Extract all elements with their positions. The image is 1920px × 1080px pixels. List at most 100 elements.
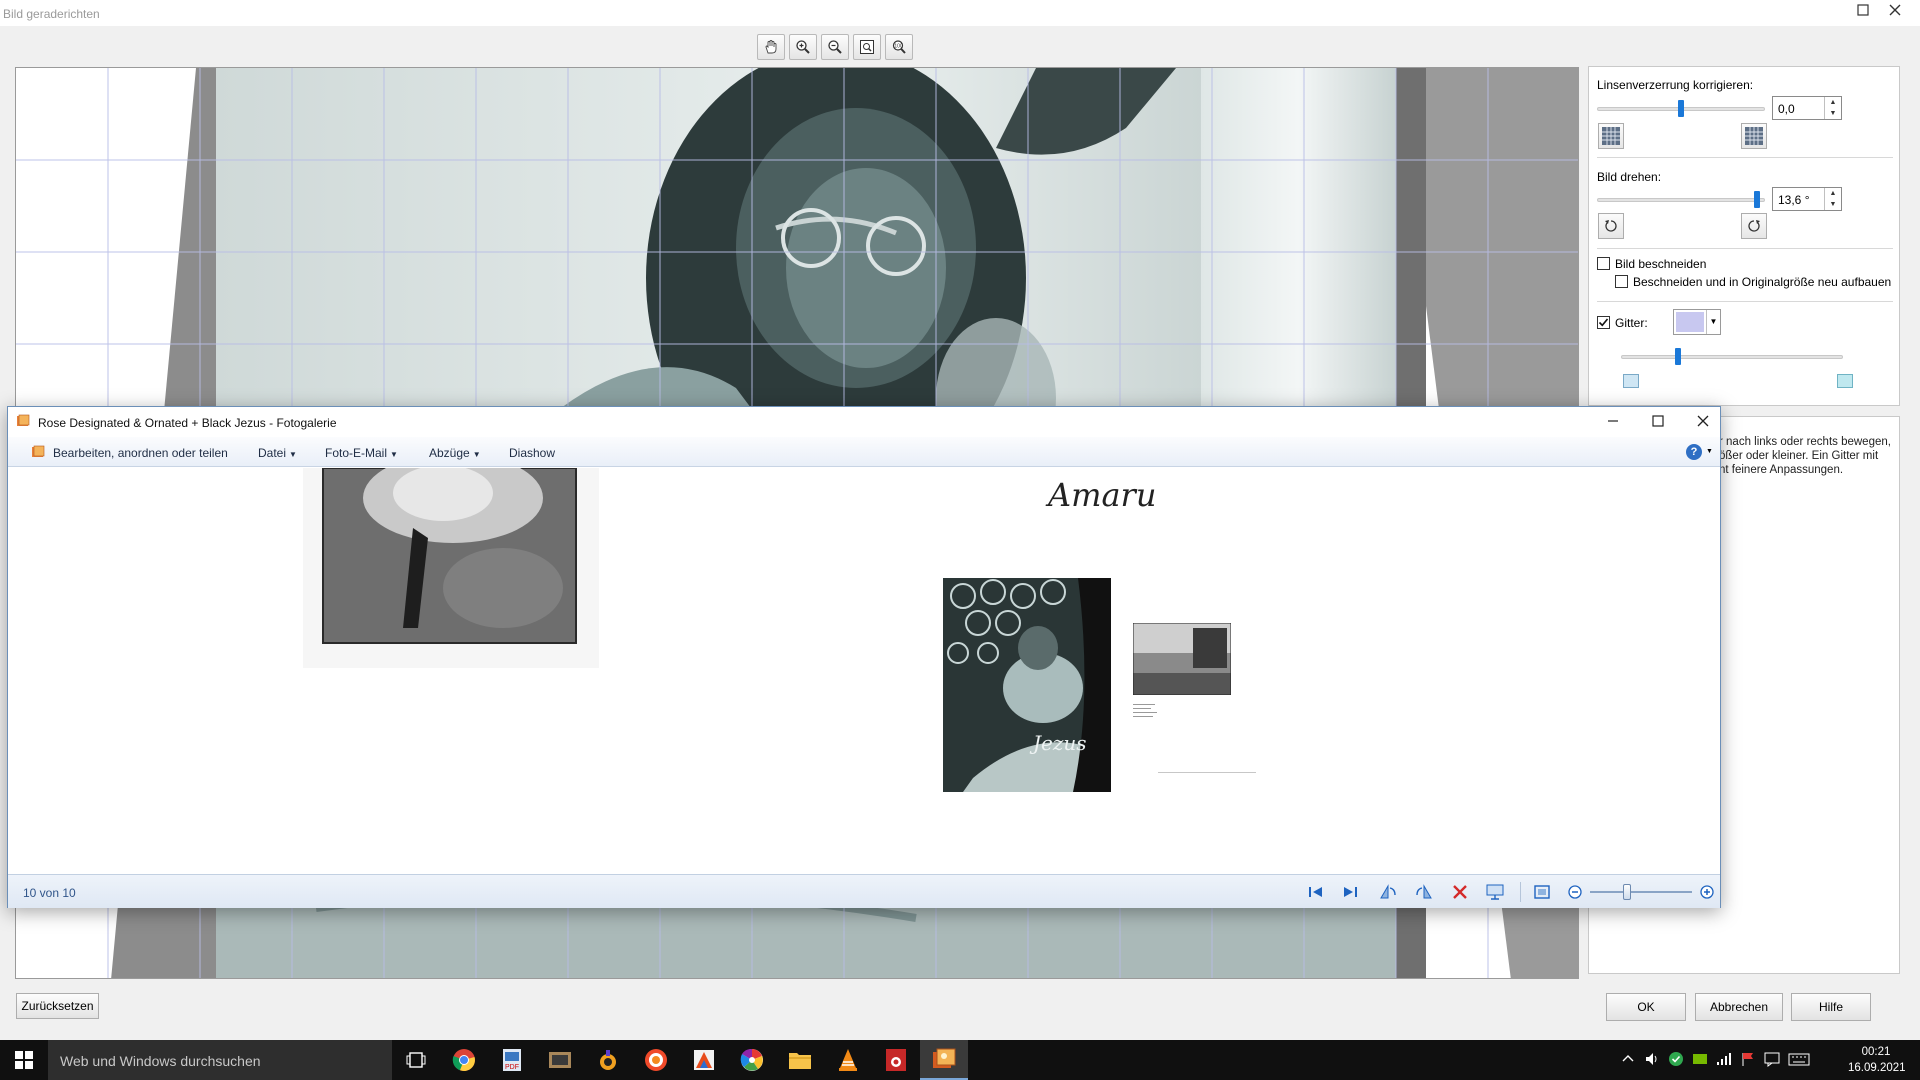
edit-arrange-icon — [32, 445, 45, 457]
menu-photo-email[interactable]: Foto-E-Mail ▼ — [325, 446, 398, 460]
paint-app-icon[interactable] — [680, 1040, 728, 1080]
menu-edit-arrange-share[interactable]: Bearbeiten, anordnen oder teilen — [53, 446, 228, 460]
lens-value-spinner[interactable]: 0,0 ▲ ▼ — [1772, 96, 1842, 120]
hand-icon[interactable] — [757, 34, 785, 60]
actual-size-icon[interactable]: 100 — [885, 34, 913, 60]
cancel-button[interactable]: Abbrechen — [1695, 993, 1783, 1021]
chevron-up-icon[interactable] — [1620, 1051, 1636, 1067]
browser-icon[interactable] — [632, 1040, 680, 1080]
chrome-icon[interactable] — [440, 1040, 488, 1080]
chevron-down-icon: ▼ — [1706, 310, 1720, 334]
grid-slider-track[interactable] — [1621, 355, 1843, 359]
divider — [1597, 248, 1893, 249]
photo-gallery-icon[interactable] — [920, 1040, 968, 1080]
rotate-value-spinner[interactable]: 13,6 ° ▲ ▼ — [1772, 187, 1842, 211]
caret-down-icon[interactable]: ▼ — [1706, 448, 1713, 455]
settings-panel: Linsenverzerrung korrigieren: 0,0 ▲ ▼ Bil… — [1588, 66, 1900, 406]
caption-text-block — [1133, 704, 1159, 718]
fit-window-icon[interactable] — [1532, 883, 1552, 901]
page-heading: Amaru — [1048, 476, 1157, 514]
zoom-in-icon[interactable] — [1697, 883, 1717, 901]
spin-up-icon[interactable]: ▲ — [1825, 97, 1841, 108]
picasa-icon[interactable] — [728, 1040, 776, 1080]
fit-icon[interactable] — [853, 34, 881, 60]
grid-checkbox[interactable] — [1597, 316, 1610, 329]
nvidia-icon[interactable] — [1692, 1051, 1708, 1067]
zoom-slider-thumb[interactable] — [1622, 884, 1631, 900]
photo-app-icon[interactable] — [536, 1040, 584, 1080]
svg-text:100: 100 — [894, 44, 903, 50]
menu-label: Abzüge — [429, 446, 470, 460]
media-app-icon[interactable] — [584, 1040, 632, 1080]
grid-label: Gitter: — [1615, 316, 1648, 330]
maximize-icon[interactable] — [1638, 411, 1678, 433]
task-view-icon[interactable] — [392, 1040, 440, 1080]
lens-value: 0,0 — [1778, 102, 1795, 116]
grid-color-picker[interactable]: ▼ — [1673, 309, 1721, 335]
close-icon[interactable] — [1884, 2, 1906, 24]
zoom-in-icon[interactable] — [789, 34, 817, 60]
gallery-titlebar: Rose Designated & Ornated + Black Jezus … — [8, 407, 1720, 437]
clock-date[interactable]: 16.09.2021 — [1848, 1062, 1906, 1074]
gallery-statusbar: 10 von 10 — [8, 874, 1720, 908]
divider — [1520, 882, 1521, 902]
menu-slideshow[interactable]: Diashow — [509, 446, 555, 460]
rotate-right-icon[interactable] — [1414, 883, 1434, 901]
volume-icon[interactable] — [1644, 1051, 1660, 1067]
last-icon[interactable] — [1340, 883, 1360, 901]
help-icon[interactable]: ? — [1686, 444, 1702, 460]
menu-prints[interactable]: Abzüge ▼ — [429, 446, 481, 460]
zoom-out-icon[interactable] — [1565, 883, 1585, 901]
shield-icon[interactable] — [1668, 1051, 1684, 1067]
close-icon[interactable] — [1683, 411, 1723, 433]
windows-start-icon[interactable] — [0, 1040, 48, 1080]
network-icon[interactable] — [1716, 1051, 1732, 1067]
slideshow-icon[interactable] — [1485, 883, 1505, 901]
file-explorer-icon[interactable] — [776, 1040, 824, 1080]
rotate-label: Bild drehen: — [1597, 170, 1662, 184]
ok-button[interactable]: OK — [1606, 993, 1686, 1021]
grid-slider-thumb[interactable] — [1675, 348, 1681, 365]
rotate-left-icon[interactable] — [1598, 213, 1624, 239]
rotate-right-icon[interactable] — [1741, 213, 1767, 239]
zoom-slider-track[interactable] — [1590, 891, 1692, 893]
svg-text:Jezus: Jezus — [1029, 731, 1087, 755]
photo-edit-icon[interactable] — [872, 1040, 920, 1080]
reset-button[interactable]: Zurücksetzen — [16, 993, 99, 1019]
taskbar-search[interactable]: Web und Windows durchsuchen — [48, 1040, 392, 1080]
checkmark-icon — [1598, 318, 1609, 327]
pincushion-grid-icon[interactable] — [1741, 123, 1767, 149]
maximize-icon[interactable] — [1852, 2, 1874, 24]
rotate-left-icon[interactable] — [1378, 883, 1398, 901]
pdf-app-icon[interactable]: PDF — [488, 1040, 536, 1080]
zoom-out-icon[interactable] — [821, 34, 849, 60]
hint-line: ößer oder kleiner. Ein Gitter mit — [1719, 450, 1879, 462]
crop-rebuild-checkbox[interactable] — [1615, 275, 1628, 288]
rotate-slider-track[interactable] — [1597, 198, 1765, 202]
menu-file[interactable]: Datei ▼ — [258, 446, 297, 460]
minimize-icon[interactable] — [1593, 411, 1633, 433]
divider — [1597, 157, 1893, 158]
crop-label: Bild beschneiden — [1615, 257, 1707, 271]
spin-down-icon[interactable]: ▼ — [1825, 199, 1841, 210]
clock-time[interactable]: 00:21 — [1848, 1046, 1904, 1058]
vlc-icon[interactable] — [824, 1040, 872, 1080]
thumbnail-photo — [1133, 623, 1231, 695]
rotate-slider-thumb[interactable] — [1754, 191, 1761, 208]
barrel-grid-icon[interactable] — [1598, 123, 1624, 149]
crop-checkbox[interactable] — [1597, 257, 1610, 270]
lens-slider-thumb[interactable] — [1678, 100, 1684, 117]
message-icon[interactable] — [1764, 1051, 1780, 1067]
delete-icon[interactable] — [1450, 883, 1470, 901]
help-button[interactable]: Hilfe — [1791, 993, 1871, 1021]
view-toolbar: 100 — [757, 34, 913, 60]
caret-down-icon: ▼ — [289, 450, 297, 459]
flag-icon[interactable] — [1740, 1051, 1756, 1067]
crop-rebuild-label: Beschneiden und in Originalgröße neu auf… — [1633, 275, 1892, 289]
gallery-image-view[interactable]: Amaru Jezus — [8, 468, 1720, 874]
spin-down-icon[interactable]: ▼ — [1825, 108, 1841, 119]
keyboard-icon[interactable] — [1788, 1051, 1810, 1067]
first-icon[interactable] — [1306, 883, 1326, 901]
photo-gallery-icon — [17, 414, 30, 426]
spin-up-icon[interactable]: ▲ — [1825, 188, 1841, 199]
